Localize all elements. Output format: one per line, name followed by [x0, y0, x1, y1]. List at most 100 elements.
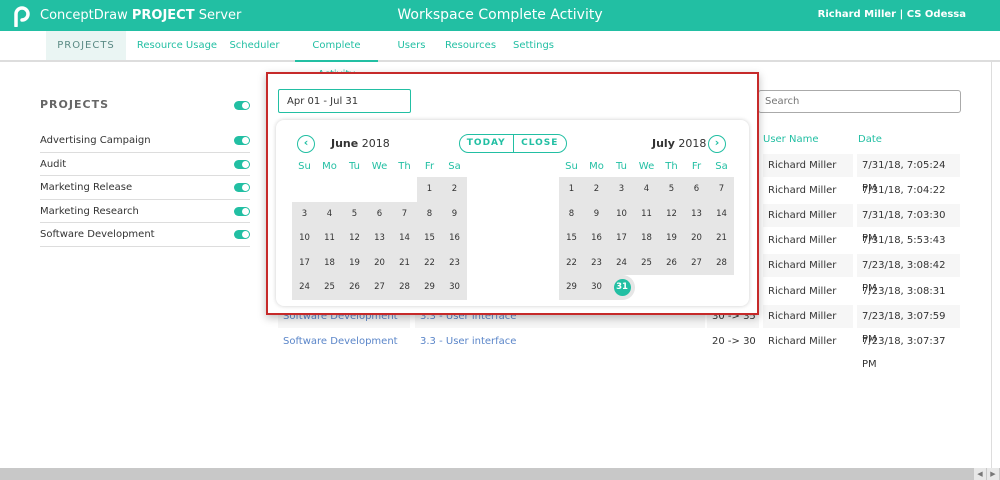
- project-item[interactable]: Audit: [40, 153, 250, 176]
- calendar-day[interactable]: 9: [584, 201, 609, 227]
- calendar-day[interactable]: 6: [684, 177, 709, 202]
- project-item[interactable]: Advertising Campaign: [40, 129, 250, 153]
- next-month-icon[interactable]: ›: [708, 135, 726, 153]
- calendar-day[interactable]: 20: [684, 226, 709, 251]
- calendar-day[interactable]: 19: [659, 226, 684, 251]
- project-cell[interactable]: Software Development: [278, 330, 410, 353]
- calendar-day[interactable]: 3: [609, 177, 634, 202]
- column-header-date[interactable]: Date: [858, 134, 882, 145]
- calendar-day[interactable]: 5: [342, 201, 367, 227]
- calendar-day[interactable]: 14: [709, 201, 734, 227]
- calendar-day[interactable]: 22: [559, 250, 584, 276]
- calendar-day[interactable]: 18: [634, 226, 659, 251]
- project-toggle[interactable]: [234, 206, 250, 216]
- calendar-day[interactable]: 25: [634, 250, 659, 276]
- calendar-day[interactable]: 2: [584, 177, 609, 202]
- user-account[interactable]: Richard Miller | CS Odessa: [818, 9, 966, 20]
- column-header-user[interactable]: User Name: [763, 134, 818, 145]
- calendar-day[interactable]: 22: [417, 250, 442, 276]
- calendar-day[interactable]: 3: [292, 201, 317, 227]
- calendar-day[interactable]: 14: [392, 226, 417, 251]
- calendar-day[interactable]: 7: [392, 201, 417, 227]
- calendar-day[interactable]: 27: [367, 275, 392, 300]
- calendar-day[interactable]: 16: [442, 226, 467, 251]
- calendar-day[interactable]: 6: [367, 201, 392, 227]
- tab-scheduler[interactable]: Scheduler: [227, 31, 282, 60]
- task-cell[interactable]: 3.3 - User interface: [415, 330, 705, 353]
- calendar-day[interactable]: 5: [659, 177, 684, 202]
- scroll-right-icon[interactable]: ▶: [987, 468, 999, 480]
- close-button[interactable]: CLOSE: [514, 135, 567, 152]
- horizontal-scrollbar[interactable]: ◀ ▶: [0, 468, 1000, 480]
- tab-settings[interactable]: Settings: [512, 31, 555, 60]
- calendar-day[interactable]: 17: [609, 226, 634, 251]
- calendar-day[interactable]: 21: [392, 250, 417, 276]
- calendar-day[interactable]: 24: [609, 250, 634, 276]
- tab-projects[interactable]: PROJECTS: [46, 31, 126, 60]
- calendar-day[interactable]: 13: [684, 201, 709, 227]
- calendar-day[interactable]: 21: [709, 226, 734, 251]
- calendar-day[interactable]: 23: [584, 250, 609, 276]
- project-toggle[interactable]: [234, 230, 250, 239]
- tab-users[interactable]: Users: [394, 31, 429, 60]
- today-button[interactable]: TODAY: [460, 135, 514, 152]
- calendar-day[interactable]: 28: [709, 250, 734, 276]
- weekday-label: Mo: [322, 161, 337, 172]
- calendar-day[interactable]: 7: [709, 177, 734, 202]
- calendar-day[interactable]: 25: [317, 275, 342, 300]
- calendar-day[interactable]: 12: [342, 226, 367, 251]
- project-toggle[interactable]: [234, 136, 250, 145]
- calendar-day[interactable]: 29: [417, 275, 442, 300]
- calendar-day[interactable]: 26: [659, 250, 684, 276]
- calendar-day[interactable]: 15: [559, 226, 584, 251]
- calendar-day[interactable]: 15: [417, 226, 442, 251]
- date-cell: 7/23/18, 3:07:59 PM: [857, 304, 960, 345]
- calendar-day[interactable]: 19: [342, 250, 367, 276]
- brand: ConceptDraw PROJECT Server: [40, 8, 241, 23]
- calendar-day[interactable]: 4: [317, 201, 342, 227]
- calendar-day[interactable]: 26: [342, 275, 367, 300]
- calendar-day[interactable]: 11: [317, 226, 342, 251]
- tab-resource-usage[interactable]: Resource Usage: [133, 31, 221, 60]
- calendar-day[interactable]: 1: [417, 177, 442, 202]
- project-toggle[interactable]: [234, 183, 250, 192]
- tab-complete-activity[interactable]: Complete Activity: [295, 31, 378, 80]
- project-label: Marketing Research: [40, 205, 139, 217]
- calendar-day[interactable]: 12: [659, 201, 684, 227]
- date-range-input[interactable]: [278, 89, 411, 113]
- calendar-day[interactable]: 28: [392, 275, 417, 300]
- calendar-day[interactable]: 1: [559, 177, 584, 202]
- calendar-day[interactable]: 10: [609, 201, 634, 227]
- prev-month-icon[interactable]: ‹: [297, 135, 315, 153]
- tab-resources[interactable]: Resources: [443, 31, 498, 60]
- search-input[interactable]: [758, 90, 961, 113]
- project-item[interactable]: Marketing Research: [40, 200, 250, 223]
- calendar-day[interactable]: 13: [367, 226, 392, 251]
- calendar-day[interactable]: 11: [634, 201, 659, 227]
- calendar-day[interactable]: 8: [559, 201, 584, 227]
- scroll-left-icon[interactable]: ◀: [974, 468, 986, 480]
- calendar-day[interactable]: 20: [367, 250, 392, 276]
- project-toggle[interactable]: [234, 159, 250, 169]
- calendar-day[interactable]: 29: [559, 275, 584, 300]
- table-row[interactable]: Software Development 3.3 - User interface…: [278, 329, 960, 370]
- calendar-day[interactable]: 24: [292, 275, 317, 300]
- calendar-day[interactable]: 10: [292, 226, 317, 251]
- calendar-day[interactable]: 8: [417, 201, 442, 227]
- calendar-day[interactable]: 2: [442, 177, 467, 202]
- left-month-title: June 2018: [331, 137, 390, 150]
- project-item[interactable]: Marketing Release: [40, 176, 250, 200]
- calendar-day[interactable]: 27: [684, 250, 709, 276]
- calendar-day[interactable]: 30: [584, 275, 609, 300]
- all-projects-toggle[interactable]: [234, 101, 250, 110]
- calendar-day[interactable]: 4: [634, 177, 659, 202]
- calendar-day[interactable]: 17: [292, 250, 317, 276]
- selected-day[interactable]: 31: [609, 275, 635, 300]
- calendar-day[interactable]: 18: [317, 250, 342, 276]
- user-cell: Richard Miller: [763, 304, 853, 328]
- calendar-day[interactable]: 23: [442, 250, 467, 276]
- calendar-day[interactable]: 30: [442, 275, 467, 300]
- calendar-day[interactable]: 16: [584, 226, 609, 251]
- project-item[interactable]: Software Development: [40, 223, 250, 247]
- calendar-day[interactable]: 9: [442, 201, 467, 227]
